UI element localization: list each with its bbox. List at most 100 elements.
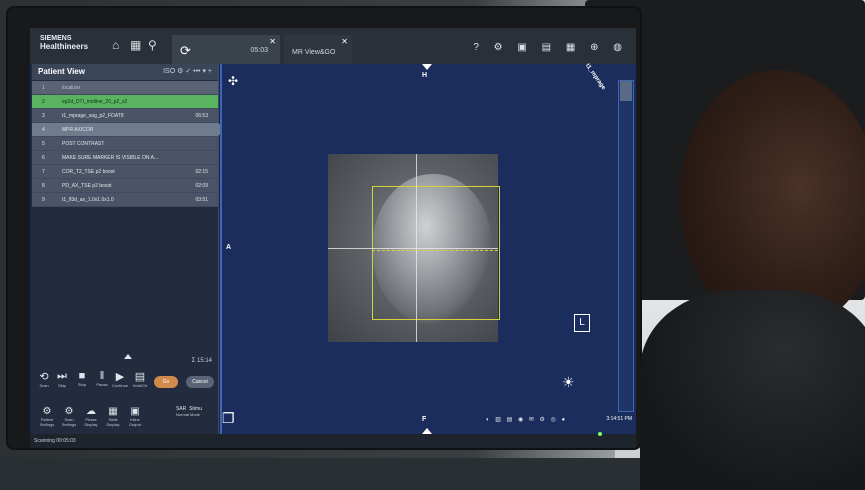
image-stack-icon[interactable]: ❐ (222, 410, 235, 427)
row-name: COR_T2_TSE p2 boost (62, 169, 115, 175)
row-number: 3 (42, 113, 45, 119)
close-icon[interactable]: ✕ (269, 37, 276, 46)
panel-header-icons[interactable]: ISO ⚙ ✓ ••• ▾ + (163, 67, 212, 75)
bottom-tools: ⚙ Patient Settings ⚙ Scan Settings ☁ Pha… (36, 406, 218, 432)
orientation-icon[interactable]: ✣ (228, 74, 238, 88)
scan-button[interactable]: ⟲ Scan (36, 370, 52, 388)
collapse-arrow-icon[interactable] (124, 354, 132, 359)
protocol-row[interactable]: 1 localizer (32, 81, 218, 95)
pause-icon: ‖ (99, 370, 105, 382)
skip-button[interactable]: ⏭ Skip (54, 370, 70, 388)
tab-mr-view-go-label: MR View&GO (292, 49, 336, 56)
row-name: MPR AX/COR (62, 127, 94, 133)
power-led (598, 432, 602, 436)
table-display-button[interactable]: ▦ Table Display (102, 406, 124, 427)
screen: SIEMENS Healthineers ⌂ ▦ ⚲ ⟳ 05:03 ✕ MR … (30, 28, 636, 448)
slice-line[interactable] (372, 250, 498, 251)
brightness-icon[interactable]: ☀ (562, 374, 575, 391)
top-bar: SIEMENS Healthineers ⌂ ▦ ⚲ ⟳ 05:03 ✕ MR … (30, 28, 636, 64)
protocol-row[interactable]: 9 t1_fl3d_ax_1.0x1.0x1.0 03:51 (32, 193, 218, 207)
pause-button[interactable]: ‖ Pause (94, 370, 110, 387)
scrollbar-thumb[interactable] (620, 81, 632, 101)
panel-header: Patient View ISO ⚙ ✓ ••• ▾ + (32, 64, 218, 80)
mri-sagittal-image[interactable] (328, 154, 500, 342)
row-name: POST CONTRAST (62, 141, 105, 147)
row-time: 06:53 (195, 113, 208, 119)
normal-mode-label: Normal Mode (176, 412, 201, 417)
hold-button[interactable]: ▤ Hold/Cfr (132, 370, 148, 388)
scan-settings-icon: ⚙ (64, 406, 74, 417)
row-name: MAKE SURE MARKER IS VISIBLE ON A... (62, 155, 159, 161)
exam-icon: ⟳ (180, 43, 191, 58)
inline-output-label: Inline Output (128, 417, 141, 427)
protocol-row-selected[interactable]: 4 MPR AX/COR (32, 123, 226, 137)
row-name: ep2d_DTI_midline_20_p2_s2 (62, 99, 128, 105)
inline-output-icon: ▣ (130, 406, 140, 417)
patient-view-panel: Patient View ISO ⚙ ✓ ••• ▾ + 1 localizer… (32, 64, 226, 448)
tab-exam-time: 05:03 (250, 47, 268, 54)
row-number: 6 (42, 155, 45, 161)
monitor-bezel: SIEMENS Healthineers ⌂ ▦ ⚲ ⟳ 05:03 ✕ MR … (8, 8, 640, 448)
inline-output-button[interactable]: ▣ Inline Output (124, 406, 146, 427)
scan-settings-button[interactable]: ⚙ Scan Settings (58, 406, 80, 427)
continue-icon: ▶ (115, 371, 125, 383)
patient-search-icon[interactable]: ⚲ (148, 38, 157, 52)
patient-settings-button[interactable]: ⚙ Patient Settings (36, 406, 58, 427)
protocol-row[interactable]: 3 t1_mprage_sag_p2_FOAT8 06:53 (32, 109, 218, 123)
right-toolbar-icons[interactable]: ? ⚙ ▣ ▤ ▦ ⊕ ◍ (473, 42, 628, 53)
home-icon[interactable]: ⌂ (112, 38, 119, 52)
table-display-label: Table Display (106, 417, 120, 427)
phase-display-label: Phase Display (84, 417, 98, 427)
cancel-button[interactable]: Cancel (186, 376, 214, 388)
left-orientation-label: A (226, 244, 232, 251)
row-number: 2 (42, 99, 45, 105)
protocol-row[interactable]: 8 PD_AX_TSE p2 boost 02:09 (32, 179, 218, 193)
bottom-orientation-label: F (422, 416, 427, 423)
crosshair-horizontal (328, 248, 498, 249)
protocol-row[interactable]: 7 COR_T2_TSE p2 boost 02:15 (32, 165, 218, 179)
continue-button[interactable]: ▶ Continue (112, 370, 128, 388)
row-number: 1 (42, 85, 45, 91)
top-marker (422, 64, 432, 70)
phase-display-button[interactable]: ☁ Phase Display (80, 406, 102, 427)
system-tray-icons[interactable]: ◐ ▥ ▤ ◉ ✉ ⚙ ◎ ● (486, 416, 567, 423)
orientation-box[interactable]: L (574, 314, 590, 332)
row-time: 03:51 (195, 197, 208, 203)
brand-logo: SIEMENS Healthineers (40, 35, 88, 51)
panel-title: Patient View (38, 67, 85, 76)
fov-box[interactable] (372, 186, 500, 320)
pause-label: Pause (96, 382, 108, 387)
status-text: Scanning 00:05:03 (34, 438, 76, 444)
total-time: Σ 15:14 (191, 358, 212, 364)
scan-icon: ⟲ (39, 371, 49, 383)
row-name: t1_fl3d_ax_1.0x1.0x1.0 (62, 197, 114, 203)
stop-icon: ■ (78, 370, 86, 382)
hold-icon: ▤ (134, 371, 146, 383)
protocol-list: 1 localizer 2 ep2d_DTI_midline_20_p2_s2 … (32, 81, 226, 207)
system-clock: 3:14:51 PM (606, 416, 632, 422)
top-orientation-label: H (422, 72, 428, 79)
row-number: 8 (42, 183, 45, 189)
row-name: localizer (62, 85, 81, 91)
protocol-row[interactable]: 6 MAKE SURE MARKER IS VISIBLE ON A... (32, 151, 218, 165)
close-icon[interactable]: ✕ (341, 37, 348, 46)
scan-label: Scan (39, 383, 49, 388)
viewer-scrollbar[interactable] (618, 80, 634, 412)
row-name: PD_AX_TSE p2 boost (62, 183, 112, 189)
hold-label: Hold/Cfr (132, 383, 148, 388)
calendar-icon[interactable]: ▦ (130, 38, 141, 52)
tab-mr-view-go[interactable]: MR View&GO ✕ (284, 35, 352, 64)
patient-settings-icon: ⚙ (42, 406, 52, 417)
image-viewer[interactable]: ✣ H A F t1_mprage L ☀ ❐ ◐ ▥ ▤ ◉ ✉ ⚙ ◎ ● … (220, 63, 636, 434)
scan-settings-label: Scan Settings (61, 417, 77, 427)
stop-button[interactable]: ■ Stop (74, 370, 90, 387)
row-time: 02:09 (195, 183, 208, 189)
protocol-row-active[interactable]: 2 ep2d_DTI_midline_20_p2_s2 (32, 95, 218, 109)
stop-label: Stop (77, 382, 87, 387)
skip-icon: ⏭ (57, 370, 67, 382)
go-button[interactable]: Go (154, 376, 178, 388)
row-number: 9 (42, 197, 45, 203)
protocol-row[interactable]: 5 POST CONTRAST (32, 137, 218, 151)
tab-exam[interactable]: ⟳ 05:03 ✕ (172, 35, 280, 64)
phase-display-icon: ☁ (86, 406, 96, 417)
